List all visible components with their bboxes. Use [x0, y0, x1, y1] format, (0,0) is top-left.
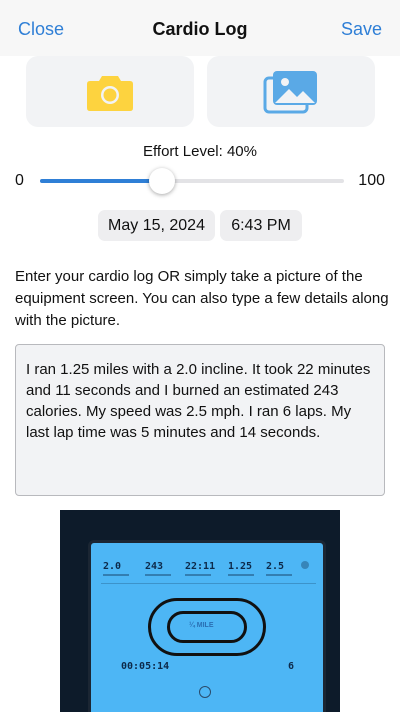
slider-max-label: 100: [358, 172, 385, 189]
stat-underline: [228, 574, 254, 576]
stat-underline: [103, 574, 129, 576]
navigation-bar: Close Cardio Log Save: [0, 0, 400, 56]
lap-count: 6: [288, 661, 295, 672]
stat-underline: [266, 574, 292, 576]
stat-incline: 2.0: [103, 561, 122, 572]
attached-photo[interactable]: 2.0 243 22:11 1.25 2.5 ¼ MILE 00:05:14 6: [60, 510, 340, 712]
effort-level-label: Effort Level: 40%: [143, 143, 257, 160]
stat-calories: 243: [145, 561, 164, 572]
stat-underline: [185, 574, 211, 576]
effort-slider[interactable]: [40, 168, 344, 194]
screen-divider: [101, 583, 316, 584]
stat-distance: 1.25: [228, 561, 253, 572]
stat-underline: [145, 574, 171, 576]
camera-icon: [87, 75, 133, 111]
photo-library-button[interactable]: [207, 56, 375, 127]
stat-speed: 2.5: [266, 561, 285, 572]
time-picker[interactable]: 6:43 PM: [220, 210, 302, 241]
slider-fill: [40, 179, 162, 183]
slider-min-label: 0: [15, 172, 24, 189]
cardio-log-input[interactable]: I ran 1.25 miles with a 2.0 incline. It …: [15, 344, 385, 496]
track-label: ¼ MILE: [189, 622, 214, 629]
save-button[interactable]: Save: [341, 19, 382, 40]
photo-library-icon: [263, 70, 317, 113]
instructions-text: Enter your cardio log OR simply take a p…: [15, 268, 389, 329]
take-photo-button[interactable]: [26, 56, 194, 127]
equipment-screen: 2.0 243 22:11 1.25 2.5 ¼ MILE 00:05:14 6: [88, 540, 326, 712]
lap-time: 00:05:14: [121, 661, 170, 672]
stat-time: 22:11: [185, 561, 216, 572]
slider-thumb[interactable]: [148, 168, 175, 194]
screen-button-icon: [199, 686, 211, 698]
screen-indicator: [301, 561, 309, 569]
date-picker[interactable]: May 15, 2024: [98, 210, 215, 241]
